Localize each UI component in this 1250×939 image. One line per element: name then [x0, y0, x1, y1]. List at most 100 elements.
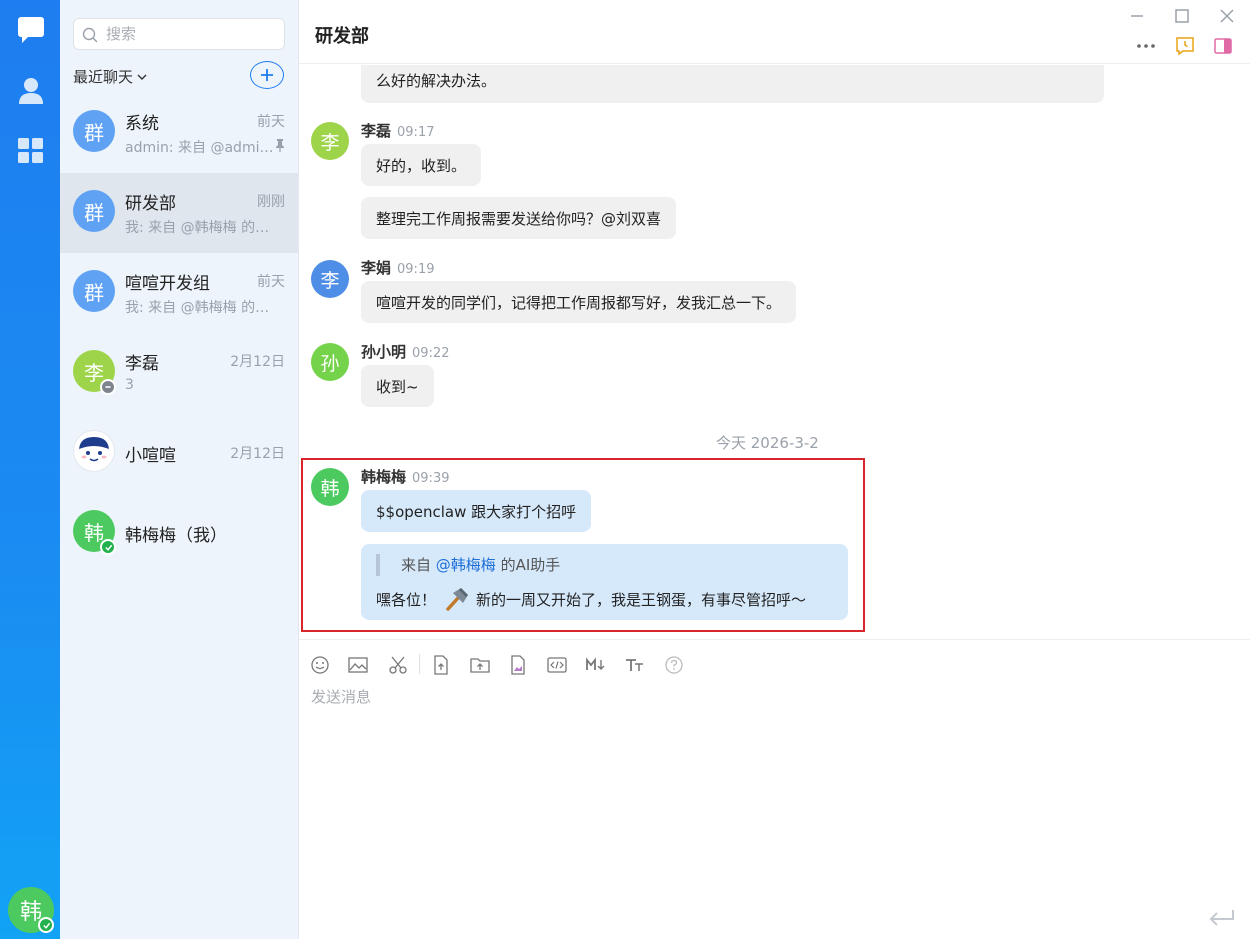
- mention-link[interactable]: @韩梅梅: [436, 556, 496, 574]
- message-text: 整理完工作周报需要发送给你吗？@刘双喜: [376, 209, 662, 228]
- history-button[interactable]: [1175, 36, 1195, 56]
- message-time: 09:17: [397, 125, 435, 140]
- group-avatar: 群: [73, 270, 115, 312]
- message-bubble: 喧喧开发的同学们，记得把工作周报都写好，发我汇总一下。: [361, 281, 797, 323]
- markdown-icon: [586, 657, 605, 670]
- sender-avatar[interactable]: 孙: [311, 343, 349, 381]
- sidebar-toggle-button[interactable]: [1213, 36, 1233, 56]
- conversation-name: 系统: [125, 114, 159, 134]
- search-box[interactable]: [73, 18, 285, 50]
- sender-name: 韩梅梅: [361, 468, 407, 486]
- contacts-nav-icon[interactable]: [16, 76, 46, 106]
- conversation-item[interactable]: 群 系统 前天 admin: 来自 @admin 的…: [60, 93, 298, 173]
- conversation-preview: admin: 来自 @admin 的…: [125, 140, 280, 156]
- toolbar-divider: [419, 654, 420, 674]
- conversation-name: 李磊: [125, 354, 159, 374]
- message-text: 好的，收到。: [376, 156, 467, 175]
- message-text: 收到~: [376, 377, 419, 396]
- conversation-time: 前天: [257, 274, 285, 290]
- chat-title: 研发部: [315, 26, 369, 47]
- enter-arrow-icon: [1209, 910, 1234, 926]
- composer: [299, 639, 1250, 939]
- message-text: $$openclaw 跟大家打个招呼: [376, 502, 577, 521]
- file-button[interactable]: [430, 654, 452, 676]
- quote-source: 来自 @韩梅梅 的AI助手: [401, 554, 560, 575]
- send-button[interactable]: [1206, 907, 1236, 929]
- image-icon: [348, 657, 368, 673]
- conversation-list-panel: 最近聊天 群 系统 前天 admin: 来自 @admin 的… 群 研发部 刚…: [60, 0, 299, 939]
- conversation-item[interactable]: 群 喧喧开发组 前天 我: 来自 @韩梅梅 的…: [60, 253, 298, 333]
- conversation-time: 2月12日: [230, 446, 285, 462]
- bot-avatar: [73, 430, 115, 472]
- message-bubble: $$openclaw 跟大家打个招呼: [361, 490, 592, 532]
- message-sender: 李磊 09:17: [361, 120, 434, 141]
- online-status-icon: [38, 917, 54, 933]
- conversation-time: 刚刚: [257, 194, 285, 210]
- conversation-preview: 我: 来自 @韩梅梅 的…: [125, 220, 270, 236]
- maximize-button[interactable]: [1172, 6, 1192, 26]
- close-button[interactable]: [1217, 6, 1237, 26]
- font-size-button[interactable]: [624, 654, 646, 676]
- search-input[interactable]: [106, 23, 276, 45]
- help-button[interactable]: [663, 654, 685, 676]
- recent-chats-label: 最近聊天: [73, 68, 134, 86]
- quote-body-end: 新的一周又开始了，我是王钢蛋，有事尽管招呼～: [476, 590, 807, 609]
- pin-icon: [276, 139, 284, 152]
- emoji-button[interactable]: [309, 654, 331, 676]
- screenshot-button[interactable]: [387, 654, 409, 676]
- quote-body-start: 嘿各位！: [376, 590, 437, 609]
- chevron-down-icon: [137, 74, 147, 80]
- plus-icon: [261, 69, 273, 81]
- message-sender: 孙小明 09:22: [361, 341, 449, 362]
- conversation-item[interactable]: 李 李磊 2月12日 3: [60, 333, 298, 413]
- message-text: 喧喧开发的同学们，记得把工作周报都写好，发我汇总一下。: [376, 293, 782, 312]
- image-button[interactable]: [347, 654, 369, 676]
- message-bubble: 整理完工作周报需要发送给你吗？@刘双喜: [361, 197, 677, 239]
- file-upload-icon: [434, 655, 448, 675]
- conversation-time: 前天: [257, 114, 285, 130]
- current-user-avatar[interactable]: 韩: [8, 887, 54, 933]
- sender-name: 孙小明: [361, 343, 407, 361]
- recent-chats-dropdown[interactable]: 最近聊天: [73, 66, 147, 87]
- message-list[interactable]: 么好的解决办法。 李 李磊 09:17 好的，收到。 整理完工作周报需要发送给你吗…: [299, 65, 1250, 638]
- message-text: 么好的解决办法。: [376, 72, 497, 90]
- quote-from-suffix: 的AI助手: [500, 556, 561, 574]
- minimize-button[interactable]: [1127, 6, 1147, 26]
- code-button[interactable]: [546, 654, 568, 676]
- message-input[interactable]: [311, 686, 1231, 886]
- sender-name: 李磊: [361, 122, 392, 140]
- conversation-item[interactable]: 韩 韩梅梅（我）: [60, 493, 298, 573]
- chat-nav-icon[interactable]: [16, 15, 46, 45]
- scissors-icon: [389, 656, 407, 674]
- add-chat-button[interactable]: [250, 61, 284, 89]
- conversation-name: 研发部: [125, 194, 176, 214]
- markdown-button[interactable]: [585, 654, 607, 676]
- conversation-item-active[interactable]: 群 研发部 刚刚 我: 来自 @韩梅梅 的…: [60, 173, 298, 253]
- emoji-icon: [311, 656, 329, 674]
- folder-button[interactable]: [469, 654, 491, 676]
- code-icon: [547, 657, 567, 673]
- more-dots-icon: [1137, 44, 1155, 48]
- text-size-icon: [626, 659, 643, 671]
- group-avatar: 群: [73, 190, 115, 232]
- sender-avatar[interactable]: 李: [311, 260, 349, 298]
- conversation-name: 喧喧开发组: [125, 274, 210, 294]
- chat-header: 研发部: [299, 0, 1250, 64]
- apps-nav-icon[interactable]: [16, 136, 46, 166]
- chat-app: 韩 最近聊天 群 系统 前天 admin: 来自 @admin 的… 群 研发: [0, 0, 1250, 939]
- hammer-icon: [446, 588, 469, 611]
- more-options-button[interactable]: [1136, 36, 1156, 56]
- quote-body: 嘿各位！ 新的一周又开始了，我是王钢蛋，有事尽管招呼～: [376, 586, 806, 612]
- message-bubble: 好的，收到。: [361, 144, 482, 186]
- sender-name: 李娟: [361, 259, 392, 277]
- doc-image-button[interactable]: [507, 654, 529, 676]
- sender-avatar[interactable]: 李: [311, 122, 349, 160]
- quote-from-prefix: 来自: [401, 556, 432, 574]
- conversation-item[interactable]: 小喧喧 2月12日: [60, 413, 298, 493]
- sender-avatar[interactable]: 韩: [311, 468, 349, 506]
- chat-panel: 研发部 么好的解决办法。 李 李磊 09:17 好的，收到。 整理完工作周报需要…: [299, 0, 1250, 939]
- conversation-name: 韩梅梅（我）: [125, 526, 227, 546]
- folder-upload-icon: [470, 658, 490, 673]
- date-separator: 今天 2026-3-2: [716, 434, 819, 452]
- conversation-preview: 3: [125, 377, 134, 393]
